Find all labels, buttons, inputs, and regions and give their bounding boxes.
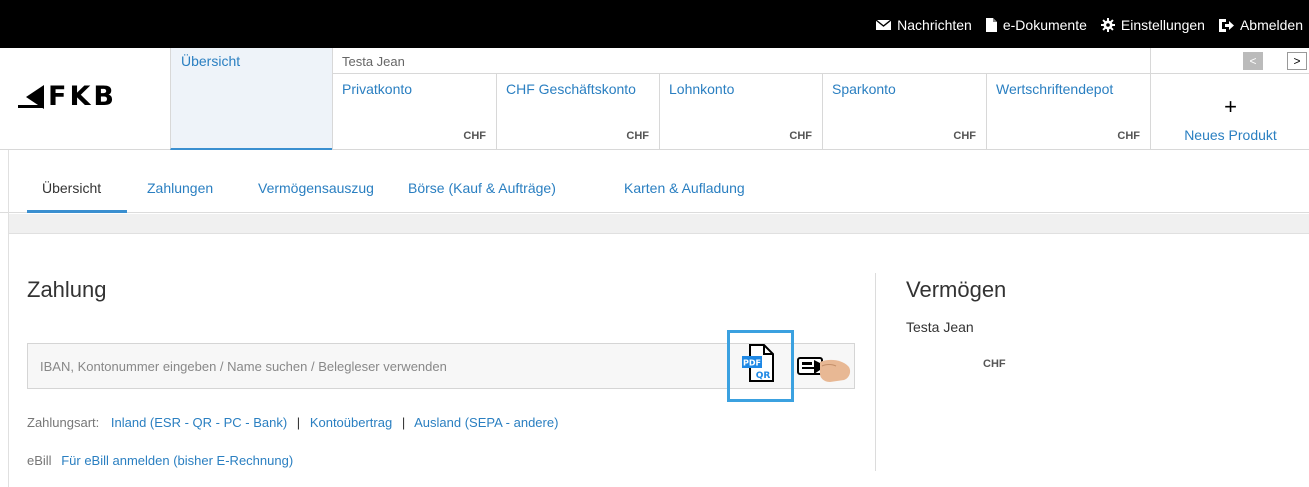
account-tab-sparkonto[interactable]: Sparkonto CHF: [822, 74, 986, 150]
account-name: Privatkonto: [342, 81, 413, 97]
qr-pdf-upload-button[interactable]: PDF QR: [727, 330, 794, 402]
account-currency: CHF: [463, 130, 486, 142]
qr-pdf-icon-qr-label: QR: [756, 371, 771, 381]
payment-search-input[interactable]: [28, 344, 718, 388]
product-scroll-controls: < >: [1150, 48, 1309, 74]
account-currency: CHF: [626, 130, 649, 142]
top-nav: Nachrichten e-Dokumente Einstellungen Ab…: [862, 17, 1303, 33]
product-tab-overview[interactable]: Übersicht: [170, 48, 332, 150]
payment-type-ausland[interactable]: Ausland (SEPA - andere): [414, 415, 558, 430]
brand-name: FKB: [48, 81, 117, 112]
documents-link[interactable]: e-Dokumente: [985, 17, 1087, 33]
gear-icon: [1100, 18, 1115, 32]
vermoegen-currency: CHF: [983, 358, 1006, 370]
plus-icon: +: [1224, 94, 1237, 119]
scroll-left-button[interactable]: <: [1243, 52, 1263, 70]
section-divider: [8, 214, 1309, 234]
account-tab-geschaeftskonto[interactable]: CHF Geschäftskonto CHF: [496, 74, 659, 150]
account-tab-lohnkonto[interactable]: Lohnkonto CHF: [659, 74, 822, 150]
account-name: Sparkonto: [832, 81, 896, 97]
logout-link[interactable]: Abmelden: [1218, 17, 1303, 33]
account-tab-privatkonto[interactable]: Privatkonto CHF: [332, 74, 496, 150]
account-name: CHF Geschäftskonto: [506, 81, 636, 97]
payment-type-kontouebertrag[interactable]: Kontoübertrag: [310, 415, 392, 430]
nav-uebersicht[interactable]: Übersicht: [42, 180, 101, 196]
main-nav: Übersicht Zahlungen Vermögensauszug Börs…: [0, 151, 1309, 213]
account-name: Wertschriftendepot: [996, 81, 1114, 97]
nav-karten[interactable]: Karten & Aufladung: [624, 180, 745, 196]
settings-link[interactable]: Einstellungen: [1100, 17, 1205, 33]
account-currency: CHF: [953, 130, 976, 142]
account-owner-row: Testa Jean: [332, 48, 1150, 74]
zahlung-title: Zahlung: [27, 277, 107, 302]
vermoegen-title: Vermögen: [906, 277, 1007, 302]
vermoegen-owner: Testa Jean: [906, 319, 974, 335]
nav-active-indicator: [27, 210, 127, 213]
logout-icon: [1218, 18, 1234, 32]
account-currency: CHF: [1117, 130, 1140, 142]
qr-pdf-icon: PDF QR: [742, 344, 774, 382]
documents-label: e-Dokumente: [1002, 17, 1087, 33]
messages-link[interactable]: Nachrichten: [876, 17, 972, 33]
nav-boerse[interactable]: Börse (Kauf & Aufträge): [408, 180, 556, 196]
section-separator: [875, 273, 876, 471]
payment-type-row: Zahlungsart: Inland (ESR - QR - PC - Ban…: [27, 415, 558, 430]
content-left-border: [8, 150, 9, 487]
top-bar: Nachrichten e-Dokumente Einstellungen Ab…: [0, 0, 1309, 48]
new-product-button[interactable]: + Neues Produkt: [1150, 74, 1309, 150]
envelope-icon: [876, 19, 892, 30]
scanner-hand-icon: [797, 357, 851, 382]
nav-zahlungen[interactable]: Zahlungen: [147, 180, 213, 196]
nav-vermoegensauszug[interactable]: Vermögensauszug: [258, 180, 374, 196]
payment-type-label: Zahlungsart:: [27, 415, 100, 430]
separator: |: [401, 415, 406, 430]
ebill-label: eBill: [27, 453, 52, 468]
account-tab-wertschriftendepot[interactable]: Wertschriftendepot CHF: [986, 74, 1150, 150]
messages-label: Nachrichten: [897, 17, 972, 33]
brand-logo[interactable]: FKB: [18, 81, 117, 112]
product-tab-overview-label: Übersicht: [181, 53, 241, 69]
brand-logo-icon: [18, 84, 44, 109]
ebill-row: eBill Für eBill anmelden (bisher E-Rechn…: [27, 453, 293, 468]
new-product-label: Neues Produkt: [1184, 127, 1277, 143]
account-name: Lohnkonto: [669, 81, 735, 97]
settings-label: Einstellungen: [1120, 17, 1205, 33]
payment-type-inland[interactable]: Inland (ESR - QR - PC - Bank): [111, 415, 287, 430]
scroll-right-button[interactable]: >: [1287, 52, 1307, 70]
logout-label: Abmelden: [1239, 17, 1303, 33]
ebill-register-link[interactable]: Für eBill anmelden (bisher E-Rechnung): [61, 453, 293, 468]
qr-pdf-icon-pdf-label: PDF: [743, 359, 761, 368]
document-scanner-button[interactable]: [796, 352, 852, 391]
account-owner: Testa Jean: [342, 54, 405, 69]
document-icon: [985, 18, 997, 32]
account-currency: CHF: [789, 130, 812, 142]
separator: |: [296, 415, 301, 430]
product-header: FKB Übersicht Testa Jean Privatkonto CHF…: [0, 48, 1309, 150]
